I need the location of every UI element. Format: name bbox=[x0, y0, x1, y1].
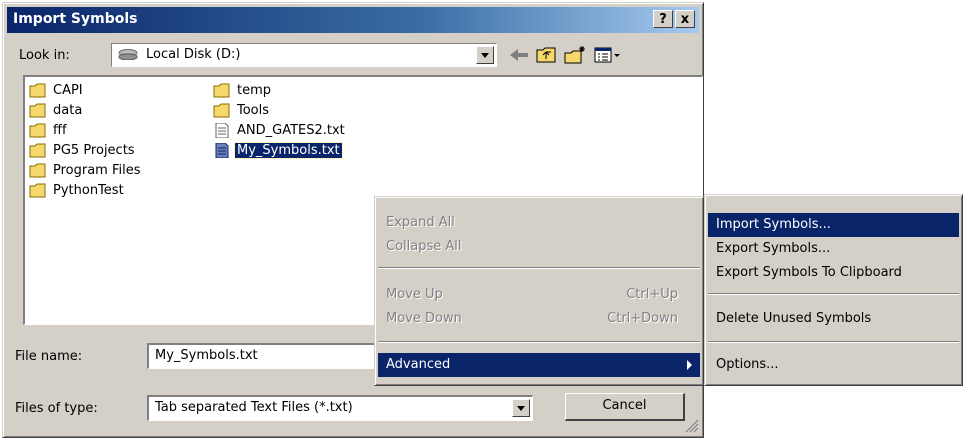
file-name-value: My_Symbols.txt bbox=[155, 348, 258, 363]
file-name: temp bbox=[237, 83, 272, 98]
menu-item-move-down[interactable]: Move Down Ctrl+Down bbox=[378, 307, 700, 331]
advanced-submenu: Import Symbols... Export Symbols... Expo… bbox=[704, 194, 963, 386]
menu-separator bbox=[378, 267, 700, 269]
look-in-dropdown-button[interactable] bbox=[476, 46, 494, 64]
menu-separator bbox=[708, 293, 959, 295]
folder-icon bbox=[29, 83, 46, 98]
context-menu: Expand All Collapse All Move Up Ctrl+Up … bbox=[374, 196, 704, 386]
up-folder-icon[interactable] bbox=[535, 45, 559, 65]
file-name: CAPI bbox=[53, 83, 83, 98]
menu-item-delete-unused[interactable]: Delete Unused Symbols bbox=[708, 307, 959, 331]
menu-item-options[interactable]: Options... bbox=[708, 353, 959, 377]
help-button[interactable]: ? bbox=[653, 10, 673, 28]
menu-item-move-up[interactable]: Move Up Ctrl+Up bbox=[378, 283, 700, 307]
menu-item-label: Delete Unused Symbols bbox=[716, 311, 872, 326]
menu-item-export-to-clipboard[interactable]: Export Symbols To Clipboard bbox=[708, 261, 959, 285]
text-file-icon bbox=[215, 143, 229, 158]
file-name: AND_GATES2.txt bbox=[237, 123, 345, 138]
menu-item-export-symbols[interactable]: Export Symbols... bbox=[708, 237, 959, 261]
menu-item-label: Export Symbols To Clipboard bbox=[716, 265, 902, 280]
menu-item-label: Move Up bbox=[386, 287, 443, 302]
look-in-value: Local Disk (D:) bbox=[146, 47, 241, 62]
view-menu-icon[interactable] bbox=[593, 45, 623, 65]
new-folder-icon[interactable] bbox=[563, 45, 587, 65]
menu-item-label: Collapse All bbox=[386, 239, 462, 254]
menu-item-shortcut: Ctrl+Up bbox=[626, 287, 678, 302]
file-name: PythonTest bbox=[53, 183, 124, 198]
menu-item-shortcut: Ctrl+Down bbox=[607, 311, 678, 326]
menu-item-label: Import Symbols... bbox=[716, 217, 831, 232]
text-file-icon bbox=[215, 123, 229, 138]
menu-item-import-symbols[interactable]: Import Symbols... bbox=[708, 213, 959, 237]
cancel-button[interactable]: Cancel bbox=[565, 393, 685, 421]
menu-separator bbox=[378, 341, 700, 343]
menu-item-label: Export Symbols... bbox=[716, 241, 831, 256]
file-name-field[interactable]: My_Symbols.txt bbox=[147, 343, 387, 369]
menu-item-label: Options... bbox=[716, 357, 779, 372]
file-name-label: File name: bbox=[15, 349, 83, 364]
file-name: Program Files bbox=[53, 163, 141, 178]
folder-icon bbox=[29, 183, 46, 198]
folder-icon bbox=[29, 123, 46, 138]
submenu-arrow-icon bbox=[687, 360, 692, 370]
hard-drive-icon bbox=[118, 49, 138, 60]
close-button[interactable]: x bbox=[675, 10, 695, 28]
look-in-label: Look in: bbox=[19, 48, 70, 63]
file-name: data bbox=[53, 103, 83, 118]
file-name: Tools bbox=[237, 103, 270, 118]
folder-icon bbox=[213, 83, 230, 98]
files-of-type-value: Tab separated Text Files (*.txt) bbox=[155, 400, 353, 415]
menu-item-expand-all[interactable]: Expand All bbox=[378, 211, 700, 235]
files-of-type-dropdown-button[interactable] bbox=[512, 399, 530, 417]
file-name: PG5 Projects bbox=[53, 143, 135, 158]
menu-separator bbox=[708, 341, 959, 343]
chevron-down-icon bbox=[517, 406, 525, 411]
folder-icon bbox=[213, 103, 230, 118]
title-bar[interactable]: Import Symbols ? x bbox=[7, 7, 699, 33]
file-name: My_Symbols.txt bbox=[234, 142, 343, 159]
files-of-type-combo[interactable]: Tab separated Text Files (*.txt) bbox=[147, 395, 533, 421]
folder-icon bbox=[29, 163, 46, 178]
chevron-down-icon bbox=[481, 53, 489, 58]
folder-icon bbox=[29, 103, 46, 118]
menu-item-advanced[interactable]: Advanced bbox=[378, 353, 700, 377]
menu-item-collapse-all[interactable]: Collapse All bbox=[378, 235, 700, 259]
resize-grip-icon[interactable] bbox=[685, 419, 699, 433]
folder-icon bbox=[29, 143, 46, 158]
dialog-title: Import Symbols bbox=[13, 11, 138, 27]
file-name: fff bbox=[53, 123, 67, 138]
menu-item-label: Advanced bbox=[386, 357, 451, 372]
menu-item-label: Move Down bbox=[386, 311, 462, 326]
back-arrow-icon[interactable] bbox=[507, 45, 531, 65]
files-of-type-label: Files of type: bbox=[15, 401, 98, 416]
menu-item-label: Expand All bbox=[386, 215, 455, 230]
look-in-combo[interactable]: Local Disk (D:) bbox=[111, 43, 497, 67]
